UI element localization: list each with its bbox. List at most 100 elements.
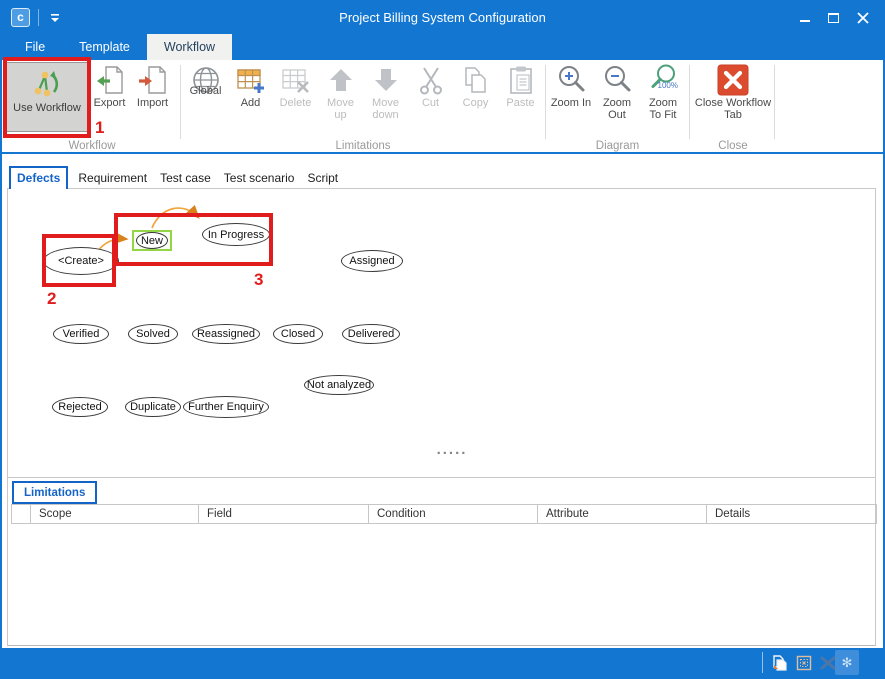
state-node-assigned[interactable]: Assigned — [341, 250, 403, 272]
paste-label: Paste — [506, 97, 534, 109]
state-node-verified[interactable]: Verified — [53, 324, 109, 344]
delete-label: Delete — [280, 97, 312, 109]
copy-label: Copy — [463, 97, 489, 109]
zoom-out-button[interactable]: Zoom Out — [594, 60, 640, 121]
column-header-field[interactable]: Field — [199, 505, 369, 523]
move-down-button: Move down — [363, 60, 408, 121]
delete-table-icon — [280, 64, 312, 96]
splitter-handle[interactable]: ..... — [422, 441, 482, 458]
cut-button: Cut — [408, 60, 453, 109]
ribbon-tab-file[interactable]: File — [8, 34, 62, 60]
column-header-condition[interactable]: Condition — [369, 505, 538, 523]
paste-icon — [505, 64, 537, 96]
ribbon: Use Workflow Export — [2, 60, 883, 154]
pages-status-icon[interactable] — [770, 654, 788, 672]
app-window: c Project Billing System Configuration F… — [0, 0, 885, 679]
ribbon-separator — [545, 65, 546, 139]
tab-defects[interactable]: Defects — [9, 166, 68, 189]
close-icon — [857, 12, 869, 24]
ribbon-group-limitations: Global Add — [183, 60, 543, 154]
add-label: Add — [241, 97, 261, 109]
state-node-rejected[interactable]: Rejected — [52, 397, 108, 417]
global-label-text: Global — [190, 85, 222, 97]
minimize-icon — [800, 20, 810, 22]
tab-script[interactable]: Script — [301, 168, 344, 189]
ribbon-tab-bar: File Template Workflow — [2, 34, 883, 60]
group-label-limitations: Limitations — [183, 140, 543, 152]
state-node-solved[interactable]: Solved — [128, 324, 178, 344]
move-down-icon — [370, 64, 402, 96]
zoom-in-button[interactable]: Zoom In — [548, 60, 594, 109]
import-label: Import — [137, 97, 168, 109]
ribbon-tab-workflow[interactable]: Workflow — [147, 34, 232, 60]
limitations-pane: Limitations Scope Field Condition Attrib… — [7, 478, 876, 646]
maximize-icon — [828, 13, 839, 23]
column-header-attribute[interactable]: Attribute — [538, 505, 707, 523]
move-down-label: Move down — [372, 97, 399, 121]
import-icon — [137, 64, 169, 96]
maximize-button[interactable] — [819, 2, 848, 34]
zoom-to-fit-button[interactable]: 100% Zoom To Fit — [640, 60, 686, 121]
zoom-in-icon — [555, 64, 587, 96]
add-button[interactable]: Add — [228, 60, 273, 109]
copy-button: Copy — [453, 60, 498, 109]
state-node-reassigned[interactable]: Reassigned — [192, 324, 260, 344]
tab-test-scenario[interactable]: Test scenario — [218, 168, 301, 189]
tab-requirement[interactable]: Requirement — [72, 168, 153, 189]
state-node-new[interactable]: New — [136, 232, 168, 249]
ribbon-separator — [689, 65, 690, 139]
close-button[interactable] — [848, 2, 877, 34]
tab-limitations[interactable]: Limitations — [12, 481, 97, 504]
state-node-closed[interactable]: Closed — [273, 324, 323, 344]
ribbon-group-workflow: Use Workflow Export — [6, 60, 178, 154]
zoom-in-label: Zoom In — [551, 97, 591, 109]
ribbon-group-close: Close Workflow Tab Close — [692, 60, 774, 154]
state-node-duplicate[interactable]: Duplicate — [125, 397, 181, 417]
export-icon — [94, 64, 126, 96]
grid-status-icon[interactable] — [795, 654, 813, 672]
zoom-to-fit-icon: 100% — [647, 64, 679, 96]
cut-label: Cut — [422, 97, 439, 109]
scissors-icon — [415, 64, 447, 96]
state-node-further-enquiry[interactable]: Further Enquiry — [183, 396, 269, 418]
column-header-details[interactable]: Details — [707, 505, 877, 523]
zoom-out-label: Zoom Out — [603, 97, 631, 121]
move-up-button: Move up — [318, 60, 363, 121]
delete-button: Delete — [273, 60, 318, 109]
import-button[interactable]: Import — [131, 60, 174, 109]
window-title: Project Billing System Configuration — [2, 2, 883, 34]
state-node-create[interactable]: <Create> — [43, 247, 119, 275]
export-button[interactable]: Export — [88, 60, 131, 109]
copy-icon — [460, 64, 492, 96]
paste-button: Paste — [498, 60, 543, 109]
group-label-diagram: Diagram — [548, 140, 687, 152]
state-node-not-analyzed[interactable]: Not analyzed — [304, 375, 374, 395]
use-workflow-label: Use Workflow — [13, 102, 81, 114]
document-tab-strip: Defects Requirement Test case Test scena… — [7, 164, 345, 189]
global-button[interactable]: Global — [183, 60, 228, 97]
zoom-out-icon — [601, 64, 633, 96]
zoom-level-badge: 100% — [658, 81, 678, 90]
export-label: Export — [94, 97, 126, 109]
state-node-delivered[interactable]: Delivered — [342, 324, 400, 344]
ribbon-tab-template[interactable]: Template — [62, 34, 147, 60]
ribbon-separator — [774, 65, 775, 139]
minimize-button[interactable] — [790, 2, 819, 34]
column-header-scope[interactable]: Scope — [31, 505, 199, 523]
group-label-workflow: Workflow — [6, 140, 178, 152]
ribbon-group-diagram: Zoom In Zoom Out — [548, 60, 687, 154]
tab-test-case[interactable]: Test case — [154, 168, 217, 189]
limitations-grid-header: Scope Field Condition Attribute Details — [11, 504, 877, 524]
column-header-selector[interactable] — [12, 505, 31, 523]
close-workflow-tab-button[interactable]: Close Workflow Tab — [693, 60, 773, 121]
move-up-icon — [325, 64, 357, 96]
transition-new-to-inprogress — [152, 208, 198, 228]
workflow-diagram-canvas[interactable]: <Create> New In Progress Assigned Verifi… — [7, 188, 876, 478]
snowflake-status-icon[interactable]: ✻ — [835, 650, 859, 675]
state-node-in-progress[interactable]: In Progress — [202, 223, 270, 246]
close-tab-icon — [717, 64, 749, 96]
status-bar: ✻ — [2, 648, 883, 677]
workflow-icon — [31, 67, 63, 99]
statusbar-separator — [762, 652, 763, 673]
use-workflow-button[interactable]: Use Workflow — [6, 62, 88, 132]
